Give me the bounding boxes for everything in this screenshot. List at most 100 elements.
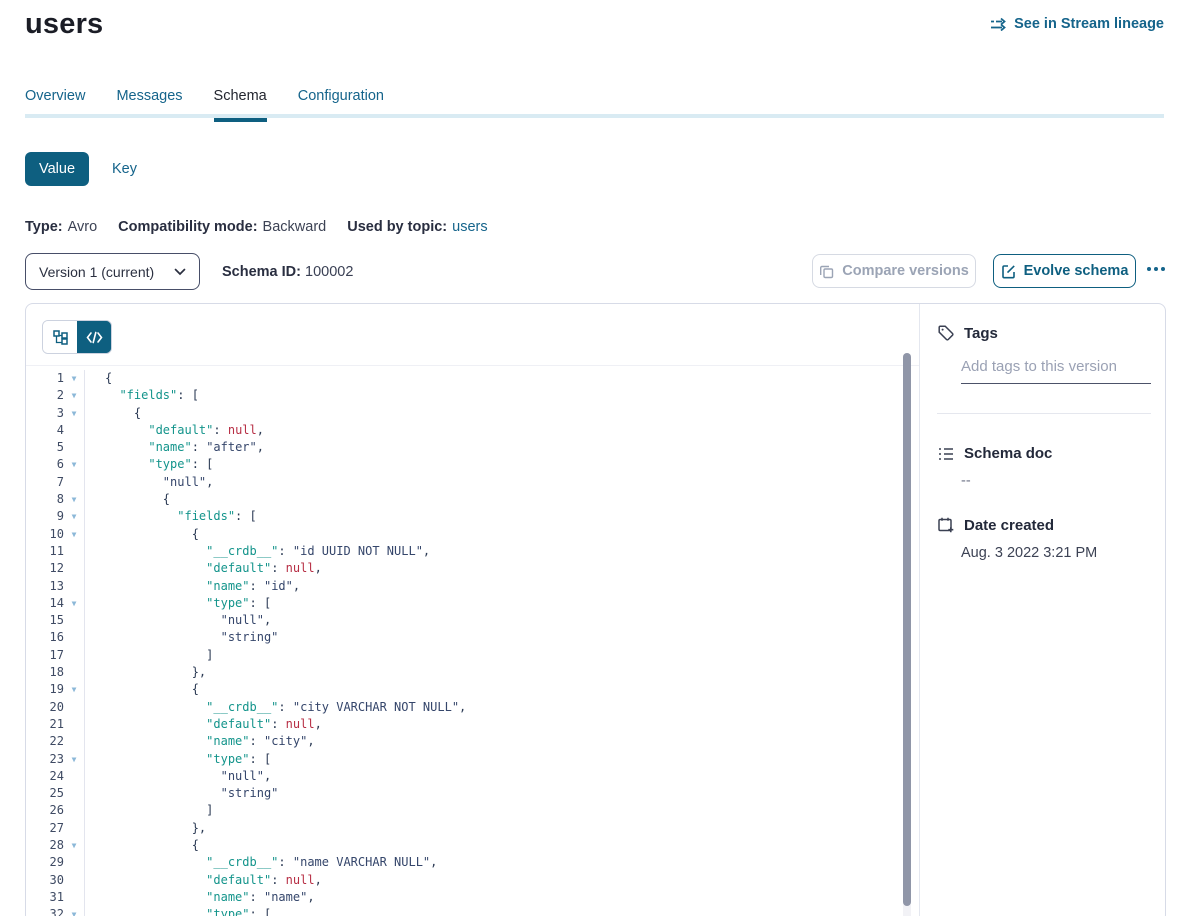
more-options-icon[interactable] [1147, 267, 1165, 271]
add-tags-input[interactable] [961, 356, 1151, 384]
fold-spacer [64, 578, 84, 595]
scrollbar-track[interactable] [903, 353, 911, 916]
meta-label: Type: [25, 219, 63, 235]
code-text: { [84, 405, 141, 422]
line-number: 22 [26, 733, 64, 750]
fold-spacer [64, 854, 84, 871]
meta-item: Compatibility mode:Backward [118, 219, 326, 235]
code-text: "name": "id", [84, 578, 300, 595]
tab-configuration[interactable]: Configuration [298, 88, 384, 118]
fold-toggle-icon[interactable]: ▼ [64, 370, 84, 387]
code-line: 32▼ "type": [ [26, 906, 919, 916]
code-line: 25 "string" [26, 785, 919, 802]
fold-toggle-icon[interactable]: ▼ [64, 595, 84, 612]
code-text: { [84, 370, 112, 387]
stream-lineage-icon [990, 17, 1007, 31]
compare-versions-label: Compare versions [842, 263, 969, 279]
line-number: 11 [26, 543, 64, 560]
fold-spacer [64, 768, 84, 785]
line-number: 23 [26, 751, 64, 768]
fold-toggle-icon[interactable]: ▼ [64, 681, 84, 698]
code-view-button[interactable] [77, 321, 111, 353]
schema-code-editor[interactable]: 1▼{2▼ "fields": [3▼ {4 "default": null,5… [26, 365, 919, 916]
code-line: 1▼{ [26, 370, 919, 387]
key-toggle-button[interactable]: Key [98, 152, 151, 186]
code-text: { [84, 681, 199, 698]
compare-versions-button[interactable]: Compare versions [812, 254, 976, 288]
line-number: 1 [26, 370, 64, 387]
fold-toggle-icon[interactable]: ▼ [64, 387, 84, 404]
code-text: "string" [84, 629, 278, 646]
schema-id: Schema ID: 100002 [222, 264, 353, 280]
line-number: 25 [26, 785, 64, 802]
scrollbar-thumb[interactable] [903, 353, 911, 906]
line-number: 2 [26, 387, 64, 404]
code-line: 19▼ { [26, 681, 919, 698]
fold-spacer [64, 612, 84, 629]
tag-icon [937, 324, 955, 342]
code-line: 30 "default": null, [26, 872, 919, 889]
version-select-value: Version 1 (current) [39, 264, 154, 280]
line-number: 16 [26, 629, 64, 646]
tab-overview[interactable]: Overview [25, 88, 85, 118]
fold-spacer [64, 474, 84, 491]
code-text: "type": [ [84, 595, 271, 612]
code-text: "__crdb__": "name VARCHAR NULL", [84, 854, 437, 871]
line-number: 28 [26, 837, 64, 854]
tree-view-button[interactable] [43, 321, 77, 353]
line-number: 21 [26, 716, 64, 733]
fold-spacer [64, 647, 84, 664]
fold-spacer [64, 733, 84, 750]
fold-toggle-icon[interactable]: ▼ [64, 405, 84, 422]
line-number: 14 [26, 595, 64, 612]
code-line: 17 ] [26, 647, 919, 664]
fold-spacer [64, 699, 84, 716]
list-icon [937, 446, 955, 462]
fold-spacer [64, 560, 84, 577]
code-text: { [84, 491, 170, 508]
code-text: "null", [84, 474, 213, 491]
fold-spacer [64, 820, 84, 837]
code-text: "type": [ [84, 906, 271, 916]
calendar-plus-icon [937, 516, 955, 534]
fold-toggle-icon[interactable]: ▼ [64, 508, 84, 525]
code-text: "null", [84, 768, 271, 785]
fold-spacer [64, 422, 84, 439]
code-line: 16 "string" [26, 629, 919, 646]
schema-card: 1▼{2▼ "fields": [3▼ {4 "default": null,5… [25, 303, 1166, 916]
code-line: 4 "default": null, [26, 422, 919, 439]
fold-toggle-icon[interactable]: ▼ [64, 751, 84, 768]
code-line: 6▼ "type": [ [26, 456, 919, 473]
code-line: 28▼ { [26, 837, 919, 854]
see-in-stream-lineage-link[interactable]: See in Stream lineage [990, 16, 1164, 32]
fold-toggle-icon[interactable]: ▼ [64, 906, 84, 916]
code-line: 22 "name": "city", [26, 733, 919, 750]
fold-spacer [64, 785, 84, 802]
code-line: 5 "name": "after", [26, 439, 919, 456]
meta-value-link[interactable]: users [452, 219, 487, 235]
line-number: 32 [26, 906, 64, 916]
value-toggle-button[interactable]: Value [25, 152, 89, 186]
fold-spacer [64, 629, 84, 646]
code-text: "__crdb__": "city VARCHAR NOT NULL", [84, 699, 466, 716]
tab-messages[interactable]: Messages [116, 88, 182, 118]
fold-toggle-icon[interactable]: ▼ [64, 837, 84, 854]
evolve-schema-button[interactable]: Evolve schema [993, 254, 1136, 288]
code-text: "name": "after", [84, 439, 264, 456]
code-text: "string" [84, 785, 278, 802]
line-number: 3 [26, 405, 64, 422]
edit-icon [1001, 264, 1016, 279]
code-line: 21 "default": null, [26, 716, 919, 733]
code-text: "default": null, [84, 716, 322, 733]
code-text: "name": "city", [84, 733, 315, 750]
code-line: 31 "name": "name", [26, 889, 919, 906]
code-text: "fields": [ [84, 387, 199, 404]
line-number: 18 [26, 664, 64, 681]
version-select[interactable]: Version 1 (current) [25, 253, 200, 290]
stream-lineage-label: See in Stream lineage [1014, 16, 1164, 32]
code-line: 13 "name": "id", [26, 578, 919, 595]
fold-toggle-icon[interactable]: ▼ [64, 526, 84, 543]
tab-schema[interactable]: Schema [214, 88, 267, 118]
fold-toggle-icon[interactable]: ▼ [64, 491, 84, 508]
fold-toggle-icon[interactable]: ▼ [64, 456, 84, 473]
